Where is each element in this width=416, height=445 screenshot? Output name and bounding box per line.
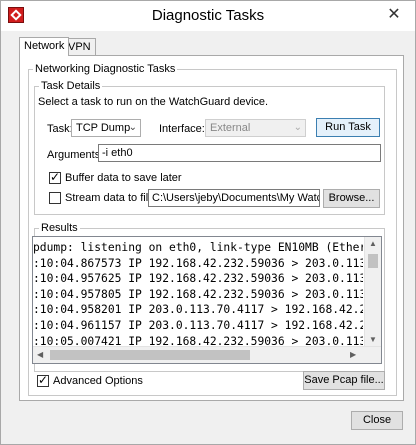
task-select-value: TCP Dump <box>76 122 131 134</box>
interface-select-value: External <box>210 122 251 134</box>
run-task-button[interactable]: Run Task <box>316 118 380 137</box>
vertical-scrollbar[interactable]: ▲ ▼ <box>364 237 381 348</box>
task-select[interactable]: TCP Dump ⌄ <box>71 119 141 137</box>
horizontal-scrollbar[interactable]: ◀ ▶ <box>33 346 381 363</box>
scroll-up-icon[interactable]: ▲ <box>369 239 377 248</box>
stream-data-label: Stream data to file <box>65 192 155 204</box>
results-text: pdump: listening on eth0, link-type EN10… <box>33 237 363 345</box>
task-label: Task: <box>47 123 73 135</box>
scroll-right-icon[interactable]: ▶ <box>350 350 356 359</box>
stream-path-input[interactable]: C:\Users\jeby\Documents\My WatchGuard <box>148 189 320 207</box>
result-line: :10:04.961157 IP 203.0.113.70.4117 > 192… <box>33 318 363 332</box>
buffer-data-checkbox[interactable] <box>49 170 61 184</box>
result-line: :10:05.007421 IP 192.168.42.232.59036 > … <box>33 334 363 345</box>
tab-network[interactable]: Network <box>19 37 70 56</box>
result-line: :10:04.957625 IP 192.168.42.232.59036 > … <box>33 272 363 286</box>
chevron-down-icon: ⌄ <box>128 122 137 133</box>
browse-button[interactable]: Browse... <box>323 189 380 208</box>
stream-data-checkbox[interactable] <box>49 192 61 204</box>
diagnostic-tasks-window: Diagnostic Tasks ✕ Network VPN Networkin… <box>0 0 416 445</box>
title-bar: Diagnostic Tasks ✕ <box>1 1 415 31</box>
result-line: pdump: listening on eth0, link-type EN10… <box>33 241 363 254</box>
save-pcap-button[interactable]: Save Pcap file... <box>303 371 385 390</box>
results-output[interactable]: pdump: listening on eth0, link-type EN10… <box>32 236 382 364</box>
result-line: :10:04.957805 IP 192.168.42.232.59036 > … <box>33 287 363 301</box>
arguments-label: Arguments: <box>47 149 104 161</box>
advanced-options-checkbox[interactable] <box>37 373 49 387</box>
window-close-icon[interactable]: ✕ <box>383 5 405 25</box>
advanced-options-label: Advanced Options <box>53 375 143 387</box>
result-line: :10:04.867573 IP 192.168.42.232.59036 > … <box>33 256 363 270</box>
close-button[interactable]: Close <box>351 411 403 430</box>
task-instruction: Select a task to run on the WatchGuard d… <box>38 96 269 108</box>
networking-diagnostic-title: Networking Diagnostic Tasks <box>33 63 178 75</box>
buffer-data-label: Buffer data to save later <box>65 172 182 184</box>
window-title: Diagnostic Tasks <box>151 7 265 24</box>
horizontal-scroll-thumb[interactable] <box>50 350 250 360</box>
interface-select[interactable]: External ⌄ <box>205 119 306 137</box>
vertical-scroll-thumb[interactable] <box>368 254 378 268</box>
scroll-left-icon[interactable]: ◀ <box>37 350 43 359</box>
chevron-down-icon: ⌄ <box>293 122 302 133</box>
task-details-title: Task Details <box>39 80 103 92</box>
scroll-down-icon[interactable]: ▼ <box>369 335 377 344</box>
interface-label: Interface: <box>159 123 205 135</box>
result-line: :10:04.958201 IP 203.0.113.70.4117 > 192… <box>33 303 363 317</box>
arguments-input[interactable]: -i eth0 <box>98 144 381 162</box>
results-title: Results <box>39 222 80 234</box>
